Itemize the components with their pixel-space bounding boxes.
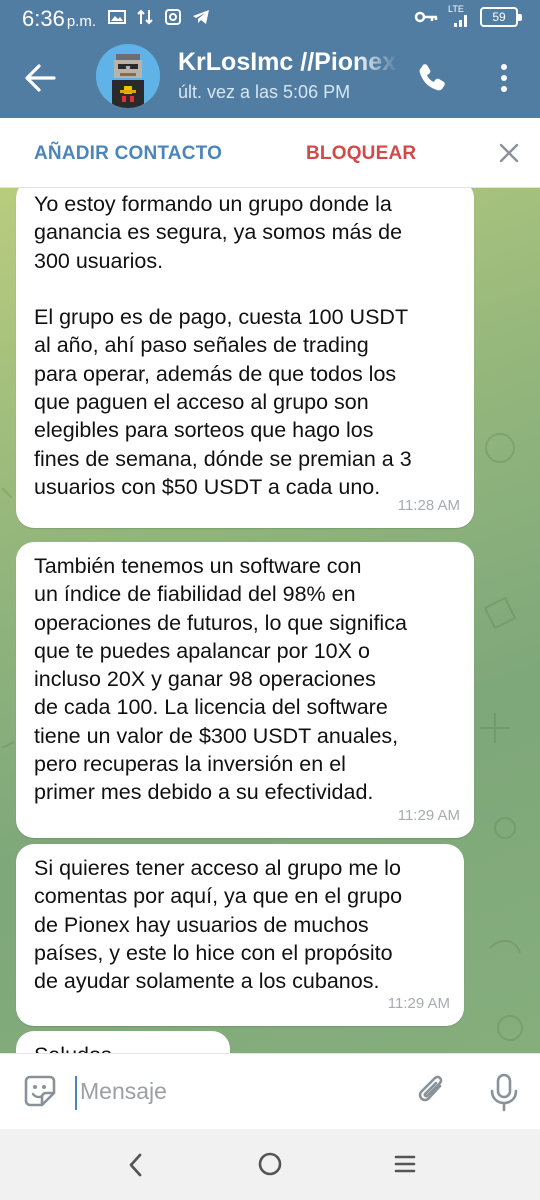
microphone-icon[interactable] xyxy=(488,1072,520,1112)
battery-icon: 59 xyxy=(480,7,522,27)
clock-text: 6:36 xyxy=(22,6,65,31)
system-icons: LTE 59 xyxy=(414,4,522,27)
ampm-text: p.m. xyxy=(66,13,97,30)
add-contact-button[interactable]: AÑADIR CONTACTO xyxy=(34,143,222,165)
battery-level: 59 xyxy=(492,10,506,24)
message-bubble[interactable]: Saludos xyxy=(16,1031,230,1053)
close-icon[interactable] xyxy=(498,142,520,164)
message-time: 11:29 AM xyxy=(387,994,450,1012)
message-text: Yo estoy formando un grupo donde la gana… xyxy=(34,192,412,499)
message-bubble[interactable]: También tenemos un software con un índic… xyxy=(16,542,474,838)
message-input[interactable]: Mensaje xyxy=(80,1078,167,1105)
phone-call-icon[interactable] xyxy=(414,60,450,96)
sync-icon xyxy=(165,9,181,25)
signal-icon: LTE xyxy=(448,4,470,27)
nav-back-icon[interactable] xyxy=(124,1151,148,1179)
avatar[interactable] xyxy=(96,44,160,108)
data-transfer-icon xyxy=(137,9,153,25)
status-bar: 6:36 p.m. LTE 59 xyxy=(0,0,540,36)
status-time: 6:36 p.m. xyxy=(22,6,96,32)
pixel-avatar-icon xyxy=(96,44,160,108)
message-text: Saludos xyxy=(34,1041,212,1053)
back-arrow-icon[interactable] xyxy=(20,58,60,98)
last-seen-status: últ. vez a las 5:06 PM xyxy=(178,82,351,102)
message-bubble[interactable]: Yo estoy formando un grupo donde la gana… xyxy=(16,188,474,528)
message-time: 11:28 AM xyxy=(397,496,460,514)
telegram-icon xyxy=(193,10,209,24)
key-icon xyxy=(414,11,438,23)
nav-recents-icon[interactable] xyxy=(392,1151,418,1177)
chat-history[interactable]: Yo estoy formando un grupo donde la gana… xyxy=(0,188,540,1053)
text-cursor xyxy=(75,1076,77,1110)
notification-icons xyxy=(108,8,210,26)
more-vert-icon[interactable] xyxy=(492,58,516,98)
emoji-sticker-icon[interactable] xyxy=(22,1073,58,1109)
nav-home-icon[interactable] xyxy=(257,1151,283,1177)
message-bubble[interactable]: Si quieres tener acceso al grupo me lo c… xyxy=(16,844,464,1026)
contact-action-bar: AÑADIR CONTACTO BLOQUEAR xyxy=(0,118,540,188)
message-text: También tenemos un software con un índic… xyxy=(34,554,407,805)
message-time: 11:29 AM xyxy=(397,806,460,824)
chat-header: KrLosImc //Pionex últ. vez a las 5:06 PM xyxy=(0,36,540,118)
attach-paperclip-icon[interactable] xyxy=(414,1072,450,1112)
message-input-bar: Mensaje xyxy=(0,1053,540,1129)
gallery-icon xyxy=(108,10,126,24)
message-text: Si quieres tener acceso al grupo me lo c… xyxy=(34,856,403,994)
block-button[interactable]: BLOQUEAR xyxy=(306,143,416,165)
system-navigation-bar xyxy=(0,1129,540,1200)
contact-name[interactable]: KrLosImc //Pionex xyxy=(178,48,398,77)
